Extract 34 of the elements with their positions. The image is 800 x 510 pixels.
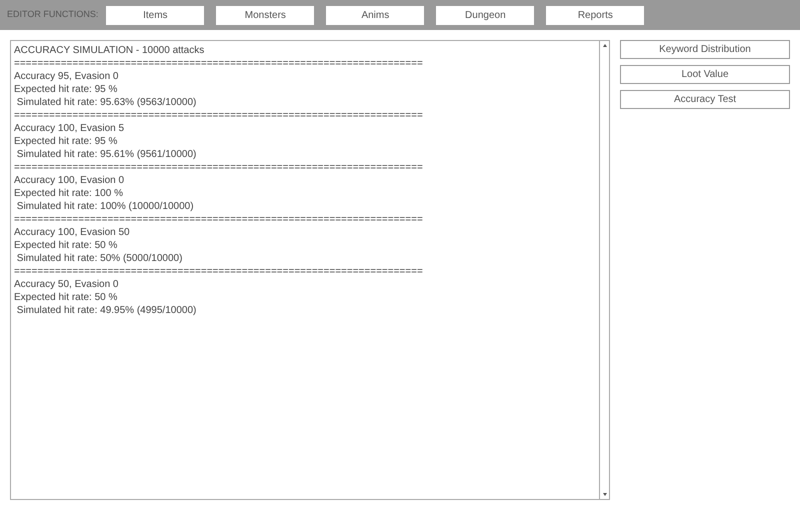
output-text-area[interactable] xyxy=(10,40,610,500)
output-line: Accuracy 100, Evasion 0 xyxy=(14,174,126,187)
editor-button[interactable]: Monsters xyxy=(216,6,314,24)
output-line: ====================================================================== xyxy=(14,265,424,278)
editor-button[interactable]: Dungeon xyxy=(436,6,534,24)
report-button[interactable]: Loot Value xyxy=(620,65,790,84)
output-line: Accuracy 50, Evasion 0 xyxy=(14,278,120,291)
report-button[interactable]: Keyword Distribution xyxy=(620,40,790,59)
output-line: Expected hit rate: 95 % xyxy=(14,135,118,148)
output-line: Simulated hit rate: 95.61% (9561/10000) xyxy=(16,148,198,161)
editor-button[interactable]: Reports xyxy=(546,6,644,24)
output-line: ====================================================================== xyxy=(14,109,424,122)
output-line: Accuracy 95, Evasion 0 xyxy=(14,70,120,83)
editor-button[interactable]: Items xyxy=(106,6,204,24)
report-button[interactable]: Accuracy Test xyxy=(620,90,790,109)
output-line: Expected hit rate: 50 % xyxy=(14,239,118,252)
output-line: Simulated hit rate: 49.95% (4995/10000) xyxy=(16,304,198,317)
scroll-up-icon[interactable] xyxy=(602,43,608,49)
output-line: Simulated hit rate: 95.63% (9563/10000) xyxy=(16,96,198,109)
output-line: Expected hit rate: 100 % xyxy=(14,187,124,200)
scroll-down-icon[interactable] xyxy=(602,491,608,497)
output-line: ====================================================================== xyxy=(14,57,424,70)
scrollbar[interactable] xyxy=(599,41,609,499)
output-line: Accuracy 100, Evasion 5 xyxy=(14,122,126,135)
editor-button[interactable]: Anims xyxy=(326,6,424,24)
output-line: ACCURACY SIMULATION - 10000 attacks xyxy=(14,44,206,57)
output-line: Simulated hit rate: 50% (5000/10000) xyxy=(16,252,184,265)
toolbar-label: EDITOR FUNCTIONS: xyxy=(7,8,98,22)
output-line: Simulated hit rate: 100% (10000/10000) xyxy=(16,200,195,213)
output-line: ====================================================================== xyxy=(14,213,424,226)
output-line: Accuracy 100, Evasion 50 xyxy=(14,226,131,239)
output-line: Expected hit rate: 50 % xyxy=(14,291,118,304)
output-line: ====================================================================== xyxy=(14,161,424,174)
output-line: Expected hit rate: 95 % xyxy=(14,83,118,96)
